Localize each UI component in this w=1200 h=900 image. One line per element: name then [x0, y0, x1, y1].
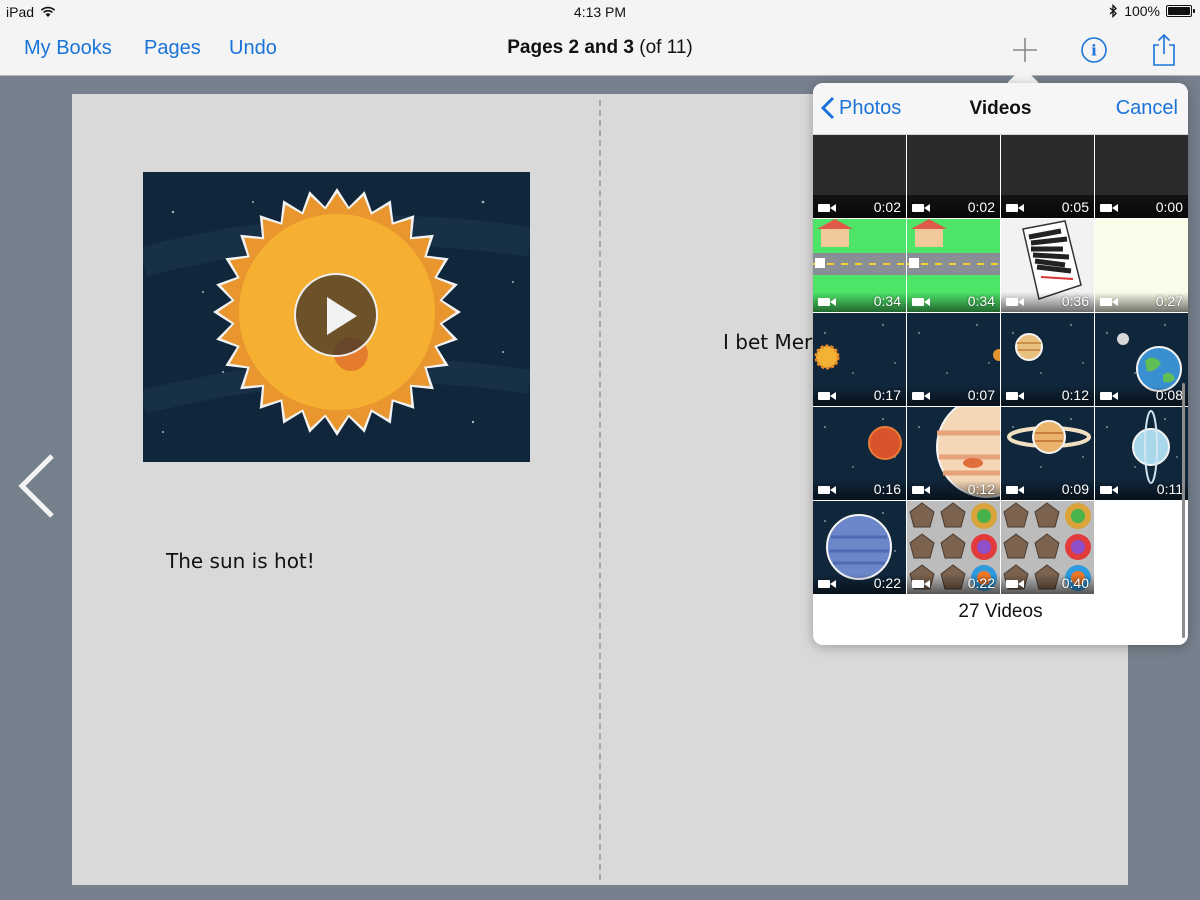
video-thumbnail[interactable]: 0:40 [1001, 501, 1094, 594]
video-thumbnail[interactable]: 0:02 [907, 135, 1000, 218]
video-duration: 0:05 [1061, 199, 1089, 215]
video-thumbnail[interactable]: 0:34 [907, 219, 1000, 312]
bluetooth-icon [1109, 4, 1118, 18]
video-camera-icon [912, 580, 930, 588]
video-thumbnail[interactable]: 0:12 [1001, 313, 1094, 406]
video-thumbnail[interactable]: 0:12 [907, 407, 1000, 500]
clock: 4:13 PM [573, 4, 627, 20]
video-thumbnail[interactable]: 0:27 [1095, 219, 1188, 312]
video-duration: 0:09 [1061, 481, 1089, 497]
video-duration: 0:12 [1061, 387, 1089, 403]
video-duration: 0:08 [1155, 387, 1183, 403]
video-duration: 0:40 [1061, 575, 1089, 591]
add-icon [1013, 38, 1037, 62]
video-camera-icon [912, 392, 930, 400]
left-page-caption[interactable]: The sun is hot! [166, 549, 315, 573]
video-grid-scroll[interactable]: 0:02 0:02 0:05 0:00 0:34 0:34 0:36 0:27 0:17 0:07… [813, 135, 1188, 645]
video-thumbnail[interactable]: 0:22 [813, 501, 906, 594]
video-camera-icon [818, 204, 836, 212]
battery-icon [1166, 5, 1195, 17]
svg-text:i: i [1091, 42, 1097, 60]
info-button[interactable]: i [1076, 32, 1112, 68]
info-icon: i [1081, 37, 1107, 63]
video-camera-icon [912, 486, 930, 494]
video-thumbnail[interactable]: 0:17 [813, 313, 906, 406]
video-count: 27 Videos [958, 601, 1043, 622]
right-page-caption[interactable]: I bet Merc [723, 330, 823, 354]
video-duration: 0:22 [967, 575, 995, 591]
video-thumbnail[interactable]: 0:22 [907, 501, 1000, 594]
add-button[interactable] [1007, 32, 1043, 68]
page-divider [599, 100, 601, 880]
video-thumbnail[interactable]: 0:16 [813, 407, 906, 500]
video-camera-icon [912, 298, 930, 306]
page-title-count: (of 11) [639, 37, 693, 58]
video-thumbnail[interactable]: 0:02 [813, 135, 906, 218]
play-button[interactable] [294, 273, 378, 357]
share-icon [1153, 33, 1175, 66]
video-camera-icon [818, 392, 836, 400]
sun-video[interactable] [143, 172, 530, 462]
video-duration: 0:36 [1061, 293, 1089, 309]
video-camera-icon [1100, 392, 1118, 400]
video-thumbnail[interactable]: 0:11 [1095, 407, 1188, 500]
video-thumbnail[interactable]: 0:05 [1001, 135, 1094, 218]
popover-header: Photos Videos Cancel [813, 83, 1188, 135]
page-title-main: Pages 2 and 3 [507, 37, 634, 58]
video-duration: 0:27 [1155, 293, 1183, 309]
video-camera-icon [1006, 486, 1024, 494]
video-thumbnail[interactable]: 0:07 [907, 313, 1000, 406]
video-duration: 0:12 [967, 481, 995, 497]
share-button[interactable] [1146, 32, 1182, 68]
video-duration: 0:22 [873, 575, 901, 591]
video-camera-icon [1006, 580, 1024, 588]
video-camera-icon [1006, 204, 1024, 212]
video-camera-icon [1006, 392, 1024, 400]
video-camera-icon [1100, 204, 1118, 212]
video-duration: 0:07 [967, 387, 995, 403]
video-camera-icon [818, 580, 836, 588]
chevron-left-icon [18, 454, 54, 518]
video-duration: 0:17 [873, 387, 901, 403]
video-camera-icon [818, 486, 836, 494]
scrollbar[interactable] [1182, 383, 1185, 638]
video-duration: 0:34 [873, 293, 901, 309]
previous-page-button[interactable] [16, 452, 60, 520]
video-camera-icon [1006, 298, 1024, 306]
video-duration: 0:34 [967, 293, 995, 309]
video-duration: 0:00 [1155, 199, 1183, 215]
video-duration: 0:16 [873, 481, 901, 497]
video-thumbnail[interactable]: 0:08 [1095, 313, 1188, 406]
cancel-button[interactable]: Cancel [1116, 97, 1178, 120]
video-duration: 0:11 [1156, 481, 1183, 497]
video-duration: 0:02 [873, 199, 901, 215]
status-bar: iPad 4:13 PM 100% [0, 0, 1200, 24]
video-camera-icon [912, 204, 930, 212]
video-thumbnail[interactable]: 0:09 [1001, 407, 1094, 500]
video-thumbnail[interactable]: 0:36 [1001, 219, 1094, 312]
video-grid: 0:02 0:02 0:05 0:00 0:34 0:34 0:36 0:27 0:17 0:07… [813, 135, 1188, 594]
video-duration: 0:02 [967, 199, 995, 215]
video-camera-icon [1100, 298, 1118, 306]
battery-percent: 100% [1124, 3, 1160, 19]
video-camera-icon [1100, 486, 1118, 494]
video-thumbnail[interactable]: 0:00 [1095, 135, 1188, 218]
video-camera-icon [818, 298, 836, 306]
video-thumbnail[interactable]: 0:34 [813, 219, 906, 312]
videos-popover: Photos Videos Cancel 0:02 0:02 0:05 0:00 0:3… [813, 83, 1188, 645]
